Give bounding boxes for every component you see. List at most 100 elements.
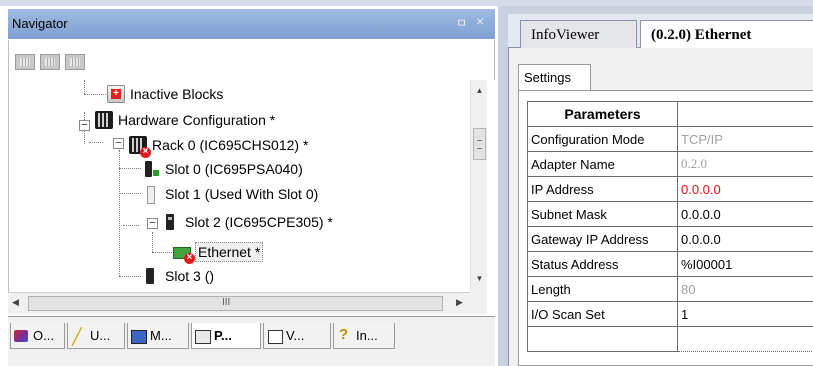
param-value[interactable]: 1 bbox=[677, 301, 813, 327]
project-tree: − − − Inactive Blocks Hardware Configura… bbox=[8, 80, 470, 292]
bottom-tab-in[interactable]: In... bbox=[333, 323, 395, 349]
tree-vertical-scrollbar[interactable]: ▲ ▼ bbox=[470, 80, 487, 292]
tree-item-label: Rack 0 (IC695CHS012) * bbox=[152, 137, 309, 153]
cpu-module-icon bbox=[162, 213, 180, 231]
rack-error-icon bbox=[129, 136, 151, 158]
bottom-tab-label: In... bbox=[356, 328, 378, 343]
tab-settings[interactable]: Settings bbox=[518, 64, 591, 90]
tree-item-slot-1[interactable]: Slot 1 (Used With Slot 0) bbox=[142, 182, 320, 206]
tab-label: Settings bbox=[524, 70, 571, 85]
pin-icon[interactable]: ㅁ bbox=[456, 14, 467, 31]
param-value[interactable]: 0.0.0.0 bbox=[677, 226, 813, 252]
tree-item-label: Slot 1 (Used With Slot 0) bbox=[165, 186, 319, 202]
param-name: I/O Scan Set bbox=[527, 301, 678, 327]
param-name: Configuration Mode bbox=[527, 126, 678, 152]
tree-connector bbox=[119, 193, 141, 194]
panel-top-border bbox=[0, 0, 498, 6]
tree-connector bbox=[119, 168, 141, 169]
param-name: Status Address bbox=[527, 251, 678, 277]
param-value[interactable]: 0.0.0.0 bbox=[677, 201, 813, 227]
scroll-up-arrow-icon[interactable]: ▲ bbox=[471, 86, 488, 100]
table-row[interactable]: I/O Scan Set 1 bbox=[527, 301, 813, 327]
tree-connector bbox=[123, 225, 139, 226]
scroll-right-arrow-icon[interactable]: ▶ bbox=[456, 297, 463, 308]
scroll-down-arrow-icon[interactable]: ▼ bbox=[471, 274, 488, 288]
toolbar-expand-icon[interactable] bbox=[40, 54, 60, 70]
param-value[interactable]: 0.2.0 bbox=[677, 151, 813, 177]
navigator-panel: Navigator ㅁ × − − − Inactive Blocks Hard… bbox=[0, 0, 498, 366]
collapse-toggle-icon[interactable]: − bbox=[79, 120, 90, 131]
bottom-tab-label: V... bbox=[286, 328, 305, 343]
collapse-toggle-icon[interactable]: − bbox=[147, 218, 158, 229]
param-value[interactable]: 0.0.0.0 bbox=[677, 176, 813, 202]
tree-item-slot-0[interactable]: Slot 0 (IC695PSA040) bbox=[142, 157, 305, 181]
navigator-title: Navigator bbox=[12, 16, 68, 31]
tree-connector bbox=[84, 94, 106, 95]
tab-in-icon bbox=[336, 326, 354, 344]
bottom-tab-m[interactable]: M... bbox=[127, 323, 189, 349]
table-row[interactable]: Adapter Name 0.2.0 bbox=[527, 151, 813, 177]
empty-slot-icon bbox=[142, 185, 160, 204]
tab-p-icon bbox=[194, 328, 212, 344]
tree-item-slot-3[interactable]: Slot 3 () bbox=[142, 264, 216, 288]
toolbar-grid-icon[interactable] bbox=[15, 54, 35, 70]
table-row[interactable]: Length 80 bbox=[527, 276, 813, 302]
hardware-config-icon bbox=[95, 111, 113, 129]
param-name: Subnet Mask bbox=[527, 201, 678, 227]
tab-label: InfoViewer bbox=[531, 26, 600, 43]
param-name: IP Address bbox=[527, 176, 678, 202]
tree-horizontal-scrollbar[interactable]: ◀ III ▶ bbox=[8, 292, 470, 314]
table-row[interactable]: Gateway IP Address 0.0.0.0 bbox=[527, 226, 813, 252]
close-icon[interactable]: × bbox=[476, 13, 484, 29]
power-supply-icon bbox=[142, 160, 160, 178]
tree-item-rack-0[interactable]: Rack 0 (IC695CHS012) * bbox=[129, 133, 310, 158]
bottom-tab-o[interactable]: O... bbox=[10, 323, 65, 349]
bottom-tab-label: P... bbox=[214, 328, 232, 343]
table-row[interactable]: Subnet Mask 0.0.0.0 bbox=[527, 201, 813, 227]
horizontal-scroll-thumb[interactable]: III bbox=[28, 296, 443, 311]
tree-connector bbox=[152, 252, 172, 253]
tree-item-ethernet[interactable]: Ethernet * bbox=[172, 240, 264, 264]
param-value[interactable]: %I00001 bbox=[677, 251, 813, 277]
param-value[interactable] bbox=[677, 326, 813, 352]
grid-header-row: Parameters bbox=[527, 101, 813, 127]
grid-header-parameters: Parameters bbox=[527, 101, 678, 127]
param-value[interactable]: TCP/IP bbox=[677, 126, 813, 152]
bottom-tab-u[interactable]: U... bbox=[67, 323, 125, 349]
tree-item-label: Ethernet * bbox=[195, 242, 264, 262]
table-row[interactable]: IP Address 0.0.0.0 bbox=[527, 176, 813, 202]
table-row[interactable]: Status Address %I00001 bbox=[527, 251, 813, 277]
scroll-grip: III bbox=[222, 297, 231, 308]
tree-item-hardware-configuration[interactable]: Hardware Configuration * bbox=[95, 108, 277, 132]
document-tab-bar: InfoViewer (0.2.0) Ethernet bbox=[508, 14, 813, 49]
toolbar-collapse-icon[interactable] bbox=[65, 54, 85, 70]
table-row[interactable]: Configuration Mode TCP/IP bbox=[527, 126, 813, 152]
navigator-toolbar bbox=[8, 40, 495, 80]
bottom-tab-v[interactable]: V... bbox=[263, 323, 331, 349]
navigator-bottom-tabs: O... U... M... P... V... In... bbox=[8, 316, 495, 366]
bottom-tab-label: M... bbox=[150, 328, 172, 343]
tree-item-inactive-blocks[interactable]: Inactive Blocks bbox=[107, 82, 225, 106]
tree-item-slot-2[interactable]: Slot 2 (IC695CPE305) * bbox=[162, 210, 335, 234]
bottom-tab-p[interactable]: P... bbox=[191, 323, 261, 349]
table-row[interactable] bbox=[527, 326, 813, 352]
param-name bbox=[527, 326, 678, 352]
navigator-titlebar[interactable]: Navigator ㅁ × bbox=[8, 9, 495, 39]
tree-connector bbox=[119, 276, 141, 277]
param-value[interactable]: 80 bbox=[677, 276, 813, 302]
tree-connector bbox=[84, 80, 85, 94]
bottom-tab-label: O... bbox=[33, 328, 54, 343]
grid-header-value bbox=[677, 101, 813, 127]
collapse-toggle-icon[interactable]: − bbox=[113, 138, 124, 149]
vertical-scroll-thumb[interactable] bbox=[473, 128, 486, 160]
tab-ethernet[interactable]: (0.2.0) Ethernet bbox=[640, 20, 813, 49]
tab-o-icon bbox=[13, 328, 31, 344]
parameters-grid: Parameters Configuration Mode TCP/IP Ada… bbox=[527, 101, 813, 352]
tab-infoviewer[interactable]: InfoViewer bbox=[520, 20, 637, 49]
document-area: InfoViewer (0.2.0) Ethernet Settings Par… bbox=[498, 0, 813, 366]
tree-item-label: Slot 0 (IC695PSA040) bbox=[165, 161, 303, 177]
param-name: Adapter Name bbox=[527, 151, 678, 177]
scroll-left-arrow-icon[interactable]: ◀ bbox=[12, 297, 19, 308]
inactive-blocks-folder-icon bbox=[107, 85, 125, 103]
ethernet-settings-body: Settings Parameters Configuration Mode T… bbox=[508, 48, 813, 366]
